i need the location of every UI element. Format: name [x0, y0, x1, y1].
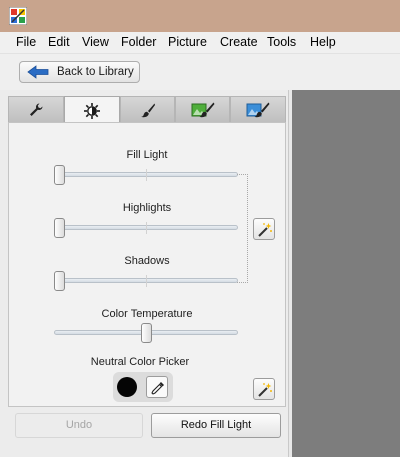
blue-image-brush-icon	[246, 102, 270, 117]
edit-tabs	[8, 96, 286, 124]
back-to-library-button[interactable]: Back to Library	[19, 61, 140, 83]
green-image-brush-icon	[191, 102, 214, 117]
fill-light-center-tick	[146, 169, 147, 181]
menu-tools[interactable]: Tools	[267, 35, 296, 49]
menu-bar: File Edit View Folder Picture Create Too…	[0, 32, 400, 54]
shadows-center-tick	[146, 275, 147, 287]
brush-icon	[140, 103, 155, 117]
auto-contrast-button[interactable]	[253, 218, 275, 240]
sun-tuning-icon	[84, 102, 100, 119]
menu-view[interactable]: View	[82, 35, 109, 49]
menu-file[interactable]: File	[16, 35, 36, 49]
neutral-color-picker	[113, 372, 173, 402]
magic-wand-icon	[258, 383, 272, 397]
auto-color-button[interactable]	[253, 378, 275, 400]
title-bar	[0, 0, 400, 32]
menu-help[interactable]: Help	[310, 35, 336, 49]
menu-picture[interactable]: Picture	[168, 35, 207, 49]
shadows-slider-thumb[interactable]	[54, 271, 65, 291]
lighting-group-bracket	[237, 174, 248, 283]
shadows-track[interactable]	[54, 275, 238, 287]
wrench-icon	[30, 102, 43, 116]
redo-fill-light-button[interactable]: Redo Fill Light	[151, 413, 281, 438]
magic-wand-icon	[258, 223, 272, 237]
tab-basic-fixes[interactable]	[8, 96, 64, 122]
picasa-app-icon[interactable]	[9, 7, 27, 25]
back-arrow-icon	[27, 65, 49, 79]
highlights-slider-thumb[interactable]	[54, 218, 65, 238]
tab-effects[interactable]	[120, 96, 175, 122]
tab-more-effects-1[interactable]	[175, 96, 230, 122]
back-to-library-label: Back to Library	[57, 66, 134, 78]
neutral-color-swatch[interactable]	[117, 377, 137, 397]
color-temperature-label: Color Temperature	[101, 308, 193, 320]
tab-more-effects-2[interactable]	[230, 96, 286, 122]
fill-light-slider-thumb[interactable]	[54, 165, 65, 185]
highlights-label: Highlights	[122, 202, 172, 214]
menu-edit[interactable]: Edit	[48, 35, 70, 49]
undo-button[interactable]: Undo	[15, 413, 143, 438]
highlights-center-tick	[146, 222, 147, 234]
neutral-color-picker-label: Neutral Color Picker	[90, 356, 190, 368]
photo-canvas[interactable]	[292, 90, 400, 457]
menu-folder[interactable]: Folder	[121, 35, 156, 49]
fill-light-label: Fill Light	[126, 149, 168, 161]
tab-tuning[interactable]	[64, 96, 120, 124]
eyedropper-icon	[151, 382, 164, 395]
fill-light-track[interactable]	[54, 169, 238, 181]
menu-create[interactable]: Create	[220, 35, 258, 49]
shadows-label: Shadows	[124, 255, 170, 267]
color-temperature-slider-thumb[interactable]	[140, 323, 152, 343]
highlights-track[interactable]	[54, 222, 238, 234]
eyedropper-button[interactable]	[146, 376, 168, 398]
